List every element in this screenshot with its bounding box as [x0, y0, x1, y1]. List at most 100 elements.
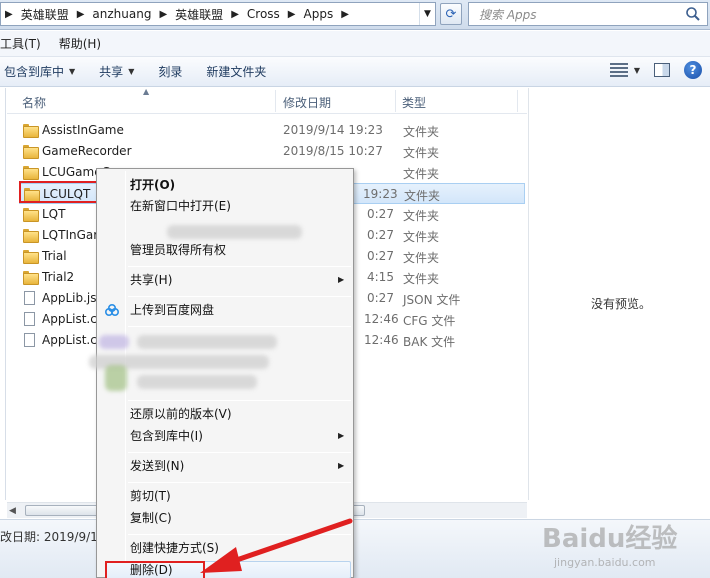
address-dropdown-icon[interactable]: ▼	[419, 3, 435, 25]
baidu-netdisk-icon	[104, 303, 120, 317]
breadcrumb-chevron-icon[interactable]: ▶	[337, 9, 353, 20]
folder-icon	[23, 208, 39, 222]
breadcrumb-chevron-icon[interactable]: ▶	[1, 9, 17, 20]
preview-pane-icon[interactable]	[654, 63, 670, 77]
folder-icon	[23, 250, 39, 264]
file-name: Trial2	[42, 270, 75, 284]
menu-separator	[128, 482, 351, 483]
column-date-header[interactable]: 修改日期	[283, 94, 331, 111]
scroll-left-icon[interactable]: ◀	[9, 506, 16, 516]
help-icon[interactable]: ?	[684, 61, 702, 79]
file-type: 文件夹	[403, 167, 440, 181]
file-date: 19:23	[363, 187, 398, 201]
column-divider[interactable]	[275, 90, 276, 112]
menu-separator	[128, 296, 351, 297]
annotation-highlight-box	[19, 181, 103, 203]
burn-button[interactable]: 刻录	[146, 63, 194, 80]
search-placeholder: 搜索 Apps	[479, 7, 537, 22]
menu-item-upload-baidu[interactable]: 上传到百度网盘	[130, 300, 214, 320]
submenu-arrow-icon: ▶	[338, 431, 345, 440]
blurred-menu-item	[137, 335, 277, 349]
share-button[interactable]: 共享 ▼	[87, 63, 146, 80]
new-folder-button[interactable]: 新建文件夹	[194, 63, 278, 80]
file-type: 文件夹	[403, 125, 440, 139]
file-type: 文件夹	[403, 230, 440, 244]
chevron-down-icon: ▼	[69, 67, 76, 76]
no-preview-text: 没有预览。	[591, 297, 652, 311]
menu-item-copy[interactable]: 复制(C)	[130, 508, 172, 528]
sort-arrow-icon: ▲	[143, 87, 150, 96]
menu-item-include-in-library[interactable]: 包含到库中(I)	[130, 426, 203, 446]
breadcrumb-chevron-icon[interactable]: ▶	[73, 9, 89, 20]
breadcrumb-item[interactable]: anzhuang	[88, 3, 155, 25]
file-row[interactable]: AssistInGame 2019/9/14 19:23 文件夹	[19, 120, 525, 141]
column-divider[interactable]	[395, 90, 396, 112]
chevron-down-icon: ▼	[128, 67, 135, 76]
file-name: AppLib.js	[42, 291, 97, 305]
column-header: ▲ 名称 修改日期 类型	[7, 87, 527, 114]
refresh-icon: ⟳	[445, 6, 457, 22]
search-input[interactable]: 搜索 Apps	[468, 2, 708, 26]
file-type: BAK 文件	[403, 335, 456, 349]
search-icon[interactable]	[685, 6, 701, 22]
file-date: 0:27	[367, 207, 394, 221]
toolbar-label: 共享	[99, 65, 124, 79]
breadcrumb-chevron-icon[interactable]: ▶	[227, 9, 243, 20]
folder-icon	[23, 145, 39, 159]
document-icon	[24, 312, 35, 326]
breadcrumb-chevron-icon[interactable]: ▶	[284, 9, 300, 20]
chevron-down-icon[interactable]: ▼	[634, 66, 640, 75]
file-type: 文件夹	[403, 209, 440, 223]
baidu-jingyan-watermark: Baidu经验 jingyan.baidu.com	[540, 518, 700, 576]
breadcrumb-item[interactable]: 英雄联盟	[17, 3, 73, 25]
submenu-arrow-icon: ▶	[338, 461, 345, 470]
folder-icon	[23, 271, 39, 285]
breadcrumb-item[interactable]: Cross	[243, 3, 284, 25]
folder-icon	[23, 229, 39, 243]
column-type-header[interactable]: 类型	[402, 94, 426, 111]
folder-icon	[23, 166, 39, 180]
file-type: 文件夹	[404, 189, 441, 203]
blurred-menu-item	[137, 375, 257, 389]
column-divider[interactable]	[517, 90, 518, 112]
breadcrumb-item[interactable]: Apps	[300, 3, 338, 25]
menu-item-share[interactable]: 共享(H)	[130, 270, 172, 290]
file-type: 文件夹	[403, 251, 440, 265]
menu-item-restore-versions[interactable]: 还原以前的版本(V)	[130, 404, 232, 424]
navigation-pane[interactable]	[0, 88, 6, 500]
menu-separator	[128, 400, 351, 401]
refresh-button[interactable]: ⟳	[440, 3, 462, 25]
include-in-library-button[interactable]: 包含到库中 ▼	[0, 63, 87, 80]
address-bar[interactable]: ▶ 英雄联盟 ▶ anzhuang ▶ 英雄联盟 ▶ Cross ▶ Apps …	[0, 2, 436, 26]
file-name: AppList.c	[42, 333, 97, 347]
file-name: AssistInGame	[42, 123, 124, 137]
file-date: 2019/8/15 10:27	[283, 144, 383, 158]
menu-help[interactable]: 帮助(H)	[50, 35, 110, 52]
menu-tools[interactable]: 工具(T)	[0, 35, 50, 52]
menu-item-open[interactable]: 打开(O)	[130, 175, 175, 195]
view-options-icon[interactable]	[609, 63, 628, 77]
preview-pane: 没有预览。	[528, 88, 710, 500]
file-date: 0:27	[367, 291, 394, 305]
watermark-logo: Baidu经验	[542, 524, 678, 554]
modified-date-detail: 改日期: 2019/9/14	[0, 530, 106, 544]
file-name: AppList.c	[42, 312, 97, 326]
breadcrumb-chevron-icon[interactable]: ▶	[155, 9, 171, 20]
file-name: LQTInGar	[42, 228, 99, 242]
file-type: JSON 文件	[403, 293, 461, 307]
file-row[interactable]: GameRecorder 2019/8/15 10:27 文件夹	[19, 141, 525, 162]
file-name: GameRecorder	[42, 144, 132, 158]
menu-item-open-new-window[interactable]: 在新窗口中打开(E)	[130, 196, 231, 216]
menu-item-send-to[interactable]: 发送到(N)	[130, 456, 184, 476]
breadcrumb-item[interactable]: 英雄联盟	[171, 3, 227, 25]
file-date: 0:27	[367, 228, 394, 242]
menu-item-cut[interactable]: 剪切(T)	[130, 486, 171, 506]
command-bar: 包含到库中 ▼ 共享 ▼ 刻录 新建文件夹 ▼ ?	[0, 57, 710, 87]
menu-separator	[128, 326, 351, 327]
column-name-header[interactable]: 名称	[22, 94, 46, 111]
menu-separator	[128, 266, 351, 267]
watermark-url: jingyan.baidu.com	[554, 556, 656, 569]
toolbar-label: 新建文件夹	[206, 65, 267, 79]
menu-item-take-ownership[interactable]: 管理员取得所有权	[130, 240, 226, 260]
folder-icon	[23, 124, 39, 138]
